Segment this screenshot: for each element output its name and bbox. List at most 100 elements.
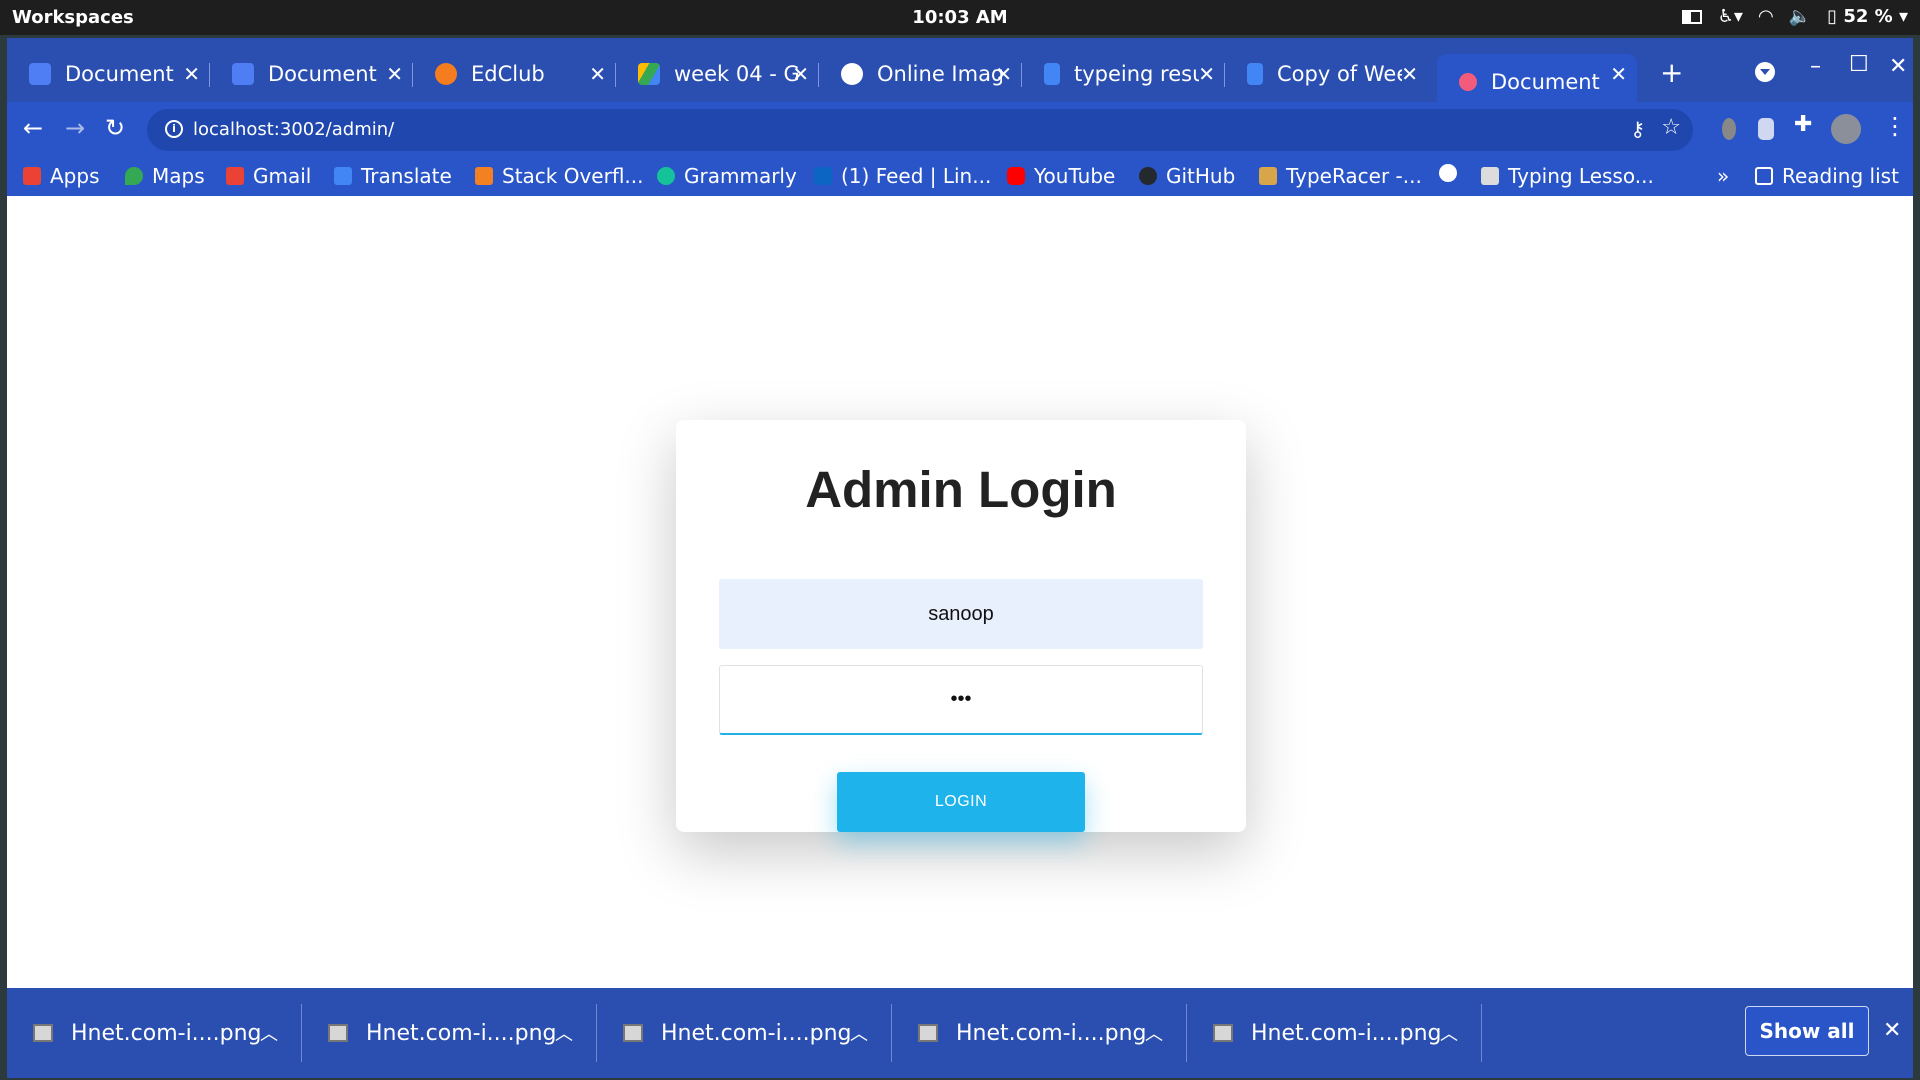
login-button[interactable]: LOGIN bbox=[837, 772, 1085, 832]
system-tray: ♿▾ ◠ 🔈 ▯ 52 % ▾ bbox=[1681, 6, 1908, 27]
close-icon[interactable]: ✕ bbox=[1401, 62, 1418, 86]
tab-typeing-results[interactable]: typeing resu ✕ bbox=[1022, 54, 1225, 94]
download-filename: Hnet.com-i....png bbox=[956, 1020, 1147, 1046]
extension-icon[interactable] bbox=[1758, 118, 1774, 140]
browser-toolbar: ← → ↻ i localhost:3002/admin/ ⚷ ☆ ✚ ⋮ bbox=[7, 102, 1913, 158]
battery-indicator[interactable]: ▯ 52 % ▾ bbox=[1827, 6, 1908, 27]
close-icon[interactable]: ✕ bbox=[1198, 62, 1215, 86]
info-icon[interactable]: i bbox=[165, 120, 183, 138]
password-input[interactable] bbox=[719, 665, 1203, 735]
tab-copy-of-week[interactable]: Copy of Wee ✕ bbox=[1225, 54, 1428, 94]
username-input[interactable] bbox=[719, 579, 1203, 649]
tab-week-04[interactable]: week 04 - Go ✕ bbox=[616, 54, 819, 94]
clock[interactable]: 10:03 AM bbox=[0, 7, 1920, 28]
bookmark-maps[interactable]: Maps bbox=[125, 164, 205, 188]
tab-document-1[interactable]: Document ✕ bbox=[7, 54, 210, 94]
react-icon bbox=[1459, 73, 1477, 91]
bookmark-grammarly[interactable]: Grammarly bbox=[657, 164, 797, 188]
volume-icon[interactable]: 🔈 bbox=[1789, 6, 1811, 27]
puzzle-icon[interactable]: ✚ bbox=[1794, 112, 1812, 137]
maps-icon bbox=[125, 167, 143, 185]
wifi-icon[interactable]: ◠ bbox=[1759, 6, 1773, 27]
tab-online-image[interactable]: Online Image ✕ bbox=[819, 54, 1022, 94]
tab-title: week 04 - Go bbox=[674, 62, 799, 86]
bookmark-stack-overflow[interactable]: Stack Overfl... bbox=[475, 164, 644, 188]
download-item[interactable]: Hnet.com-i....png ︿ bbox=[1187, 988, 1482, 1078]
document-icon bbox=[29, 63, 51, 85]
close-icon[interactable]: ✕ bbox=[1883, 1018, 1901, 1043]
docs-icon bbox=[1247, 63, 1263, 85]
reading-list[interactable]: Reading list bbox=[1755, 164, 1899, 188]
bookmark-github[interactable]: GitHub bbox=[1139, 164, 1235, 188]
tab-strip: Document ✕ Document ✕ EdClub ✕ week 04 -… bbox=[7, 38, 1913, 110]
bookmark-gmail[interactable]: Gmail bbox=[226, 164, 311, 188]
extension-icon[interactable] bbox=[1722, 118, 1736, 140]
chevron-up-icon[interactable]: ︿ bbox=[850, 1020, 868, 1046]
bookmarks-bar: Apps Maps Gmail Translate Stack Overfl..… bbox=[7, 158, 1913, 196]
edclub-icon bbox=[435, 63, 457, 85]
tab-title: Document bbox=[65, 62, 174, 86]
close-icon[interactable]: ✕ bbox=[589, 62, 606, 86]
bookmark-label: Translate bbox=[361, 164, 452, 188]
image-file-icon bbox=[33, 1024, 53, 1042]
download-item[interactable]: Hnet.com-i....png ︿ bbox=[597, 988, 892, 1078]
close-icon[interactable]: ✕ bbox=[1610, 62, 1627, 86]
bookmark-star-icon[interactable]: ☆ bbox=[1661, 115, 1681, 140]
reading-list-label: Reading list bbox=[1782, 164, 1899, 188]
back-icon[interactable]: ← bbox=[23, 114, 43, 142]
bookmark-typeracer[interactable]: TypeRacer -... bbox=[1259, 164, 1422, 188]
download-item[interactable]: Hnet.com-i....png ︿ bbox=[892, 988, 1187, 1078]
bookmark-translate[interactable]: Translate bbox=[334, 164, 452, 188]
close-icon[interactable]: ✕ bbox=[183, 62, 200, 86]
translate-icon bbox=[334, 167, 352, 185]
bookmark-apps[interactable]: Apps bbox=[23, 164, 100, 188]
bookmark-typing-lessons[interactable]: Typing Lesso... bbox=[1481, 164, 1654, 188]
chevron-up-icon[interactable]: ︿ bbox=[260, 1020, 278, 1046]
download-filename: Hnet.com-i....png bbox=[661, 1020, 852, 1046]
close-icon[interactable]: ✕ bbox=[792, 62, 809, 86]
bookmark-linkedin[interactable]: (1) Feed | Lin... bbox=[814, 164, 991, 188]
menu-icon[interactable]: ⋮ bbox=[1883, 112, 1907, 140]
bookmark-youtube[interactable]: YouTube bbox=[1007, 164, 1115, 188]
bookmark-label: YouTube bbox=[1034, 164, 1116, 188]
download-item[interactable]: Hnet.com-i....png ︿ bbox=[7, 988, 302, 1078]
bookmark-globe[interactable] bbox=[1439, 164, 1466, 182]
tab-title: Copy of Wee bbox=[1277, 62, 1402, 86]
reload-icon[interactable]: ↻ bbox=[105, 114, 125, 142]
tab-search-icon[interactable] bbox=[1755, 62, 1775, 82]
bookmark-label: Stack Overfl... bbox=[502, 164, 644, 188]
window-close-icon[interactable]: ✕ bbox=[1889, 54, 1907, 79]
close-icon[interactable]: ✕ bbox=[995, 62, 1012, 86]
minimize-icon[interactable]: – bbox=[1810, 54, 1821, 79]
globe-icon bbox=[1439, 164, 1457, 182]
forward-icon[interactable]: → bbox=[65, 114, 85, 142]
download-item[interactable]: Hnet.com-i....png ︿ bbox=[302, 988, 597, 1078]
youtube-icon bbox=[1007, 167, 1025, 185]
key-icon[interactable]: ⚷ bbox=[1630, 117, 1645, 141]
battery-percent: 52 % bbox=[1843, 6, 1893, 27]
address-bar[interactable]: i localhost:3002/admin/ ⚷ ☆ bbox=[147, 109, 1693, 151]
download-filename: Hnet.com-i....png bbox=[1251, 1020, 1442, 1046]
show-all-button[interactable]: Show all bbox=[1745, 1006, 1869, 1056]
image-file-icon bbox=[1213, 1024, 1233, 1042]
chevron-up-icon[interactable]: ︿ bbox=[1440, 1020, 1458, 1046]
accessibility-icon[interactable]: ♿▾ bbox=[1718, 6, 1743, 27]
os-top-bar: Workspaces 10:03 AM ♿▾ ◠ 🔈 ▯ 52 % ▾ bbox=[0, 0, 1920, 35]
bookmark-label: Maps bbox=[152, 164, 205, 188]
chevron-up-icon[interactable]: ︿ bbox=[555, 1020, 573, 1046]
url-text[interactable]: localhost:3002/admin/ bbox=[193, 119, 394, 140]
reading-list-icon bbox=[1755, 167, 1773, 185]
tab-document-2[interactable]: Document ✕ bbox=[210, 54, 413, 94]
chevron-up-icon[interactable]: ︿ bbox=[1145, 1020, 1163, 1046]
tab-title: Document bbox=[268, 62, 377, 86]
bookmark-label: Apps bbox=[50, 164, 100, 188]
window-list-icon[interactable] bbox=[1681, 9, 1702, 24]
login-card: Admin Login LOGIN bbox=[676, 420, 1246, 832]
bookmark-label: Typing Lesso... bbox=[1508, 164, 1654, 188]
more-bookmarks-icon[interactable]: » bbox=[1717, 164, 1729, 188]
avatar[interactable] bbox=[1831, 114, 1861, 144]
maximize-icon[interactable]: ☐ bbox=[1849, 52, 1869, 77]
new-tab-icon[interactable]: + bbox=[1660, 56, 1683, 89]
tab-edclub[interactable]: EdClub ✕ bbox=[413, 54, 616, 94]
close-icon[interactable]: ✕ bbox=[386, 62, 403, 86]
